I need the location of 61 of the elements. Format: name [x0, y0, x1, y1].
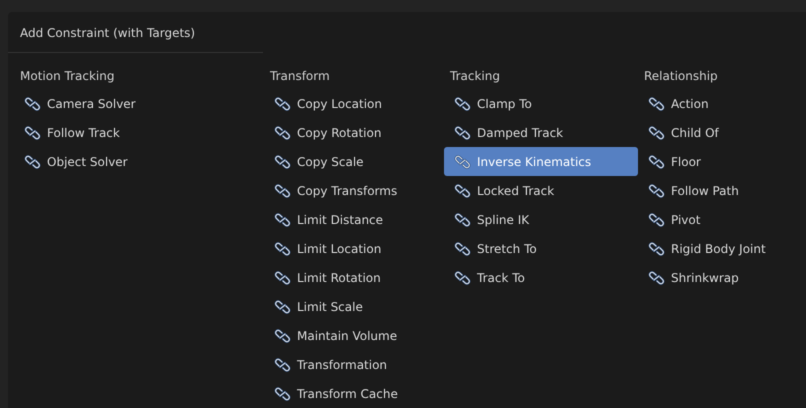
menu-item[interactable]: Rigid Body Joint: [638, 234, 798, 263]
menu-item[interactable]: Clamp To: [444, 89, 638, 118]
menu-item[interactable]: Limit Location: [264, 234, 444, 263]
link-icon: [454, 126, 471, 140]
link-icon: [648, 212, 665, 226]
column-heading: Tracking: [449, 68, 501, 85]
link-icon: [454, 212, 471, 226]
menu-item[interactable]: Copy Location: [264, 89, 444, 118]
menu-item[interactable]: Shrinkwrap: [638, 263, 798, 292]
link-icon: [24, 126, 41, 140]
link-icon: [648, 154, 665, 168]
column-heading: Transform: [269, 68, 331, 85]
menu-item[interactable]: Inverse Kinematics: [444, 147, 638, 176]
menu-item[interactable]: Copy Transforms: [264, 176, 444, 205]
menu-item[interactable]: Camera Solver: [14, 89, 264, 118]
menu-item[interactable]: Copy Scale: [264, 147, 444, 176]
link-icon: [274, 270, 291, 284]
menu-item[interactable]: Pivot: [638, 205, 798, 234]
menu-item[interactable]: Follow Path: [638, 176, 798, 205]
menu-item[interactable]: Limit Rotation: [264, 263, 444, 292]
menu-item[interactable]: Spline IK: [444, 205, 638, 234]
link-icon: [454, 154, 471, 168]
link-icon: [454, 96, 471, 110]
link-icon: [648, 270, 665, 284]
menu-item[interactable]: Follow Track: [14, 118, 264, 147]
link-icon: [274, 242, 291, 256]
menu-item[interactable]: Damped Track: [444, 118, 638, 147]
menu-item[interactable]: Floor: [638, 147, 798, 176]
menu-item[interactable]: Transform Cache: [264, 379, 444, 408]
link-icon: [274, 184, 291, 198]
menu-item[interactable]: Child Of: [638, 118, 798, 147]
menu-item[interactable]: Transformation: [264, 350, 444, 379]
link-icon: [274, 126, 291, 140]
link-icon: [648, 126, 665, 140]
menu-item[interactable]: Track To: [444, 263, 638, 292]
link-icon: [648, 184, 665, 198]
link-icon: [274, 328, 291, 342]
link-icon: [274, 386, 291, 400]
link-icon: [454, 270, 471, 284]
menu-item[interactable]: Copy Rotation: [264, 118, 444, 147]
column-heading: Relationship: [643, 68, 719, 85]
link-icon: [648, 242, 665, 256]
menu-item[interactable]: Stretch To: [444, 234, 638, 263]
link-icon: [274, 358, 291, 372]
link-icon: [274, 300, 291, 314]
link-icon: [454, 184, 471, 198]
link-icon: [648, 96, 665, 110]
menu-item[interactable]: Limit Scale: [264, 292, 444, 321]
column-heading: Motion Tracking: [19, 68, 116, 85]
link-icon: [274, 154, 291, 168]
link-icon: [274, 96, 291, 110]
menu-item[interactable]: Action: [638, 89, 798, 118]
link-icon: [274, 212, 291, 226]
menu-item[interactable]: Locked Track: [444, 176, 638, 205]
link-icon: [24, 96, 41, 110]
menu-title: Add Constraint (with Targets): [8, 12, 263, 53]
menu-item[interactable]: Object Solver: [14, 147, 264, 176]
menu-item[interactable]: Maintain Volume: [264, 321, 444, 350]
menu-item[interactable]: Limit Distance: [264, 205, 444, 234]
link-icon: [24, 154, 41, 168]
link-icon: [454, 242, 471, 256]
